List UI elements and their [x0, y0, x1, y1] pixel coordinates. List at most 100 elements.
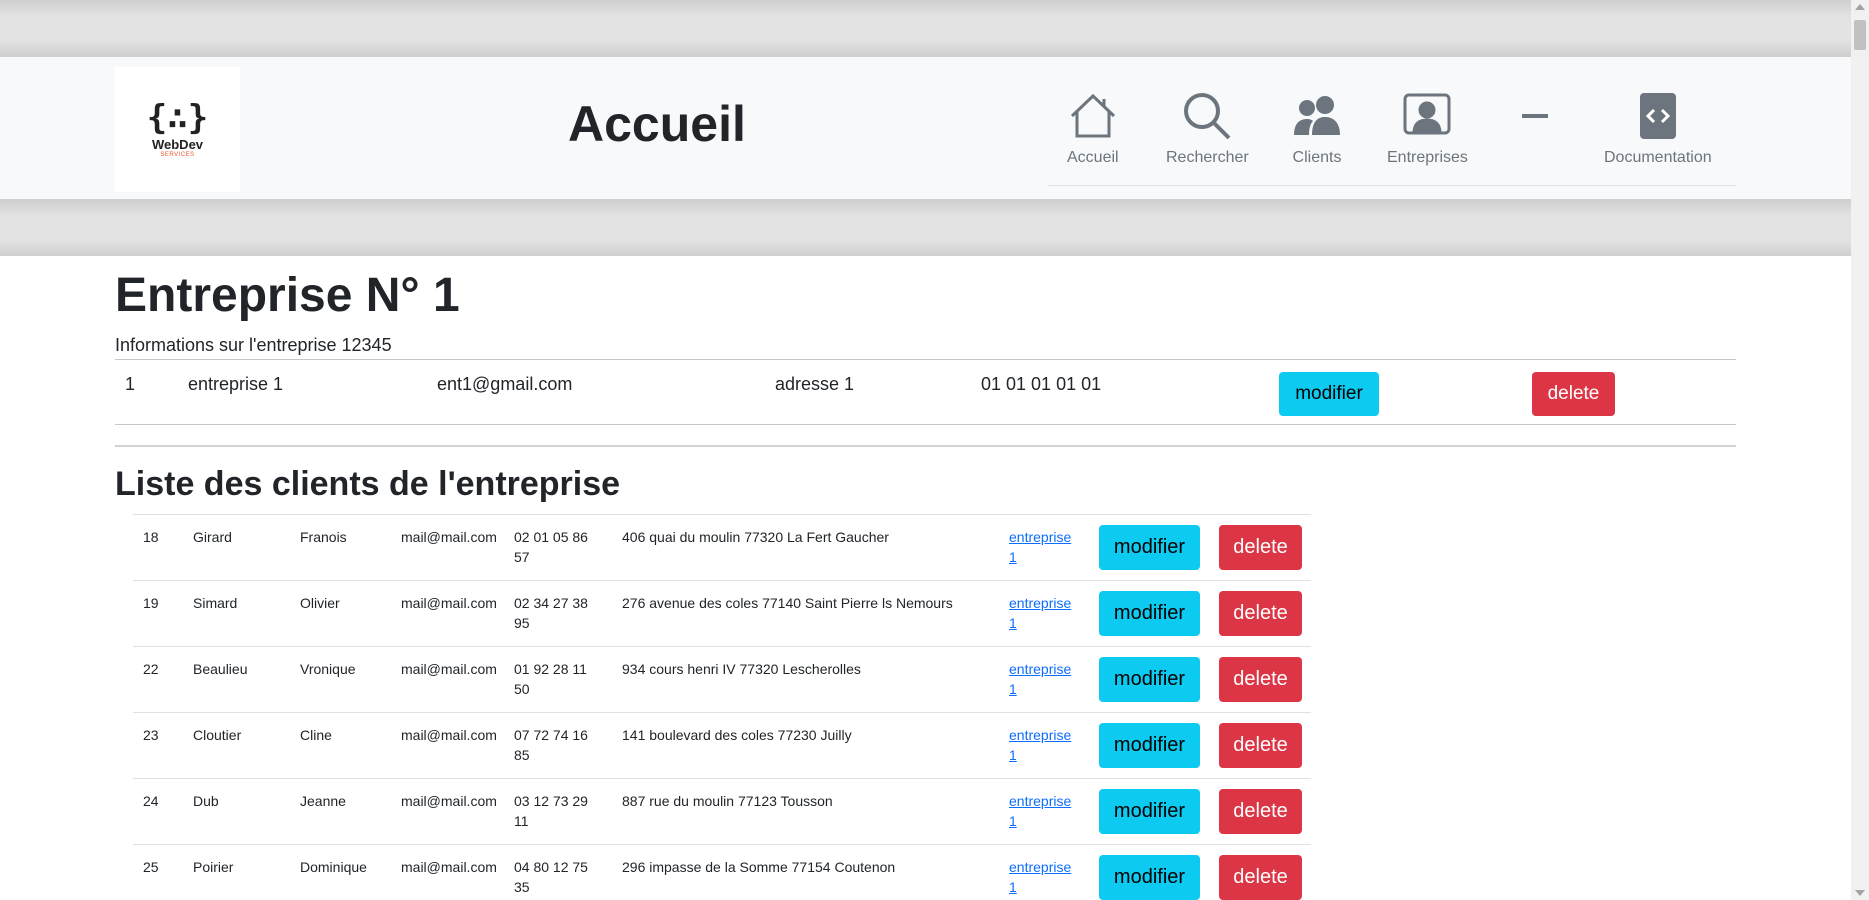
client-tel-line2: 50	[514, 681, 530, 697]
client-delete-button[interactable]: delete	[1219, 855, 1302, 900]
entreprise-row: 1 entreprise 1 ent1@gmail.com adresse 1 …	[115, 359, 1736, 425]
client-prenom: Dominique	[300, 859, 367, 875]
client-entreprise-link[interactable]: entreprise 1	[1009, 593, 1071, 633]
client-entreprise-line2: 1	[1009, 813, 1017, 829]
client-entreprise-link[interactable]: entreprise 1	[1009, 659, 1071, 699]
client-entreprise-line2: 1	[1009, 549, 1017, 565]
people-icon	[1294, 96, 1340, 135]
dash-icon	[1522, 114, 1548, 118]
logo-mark: {∴}	[146, 98, 209, 138]
client-entreprise-link[interactable]: entreprise 1	[1009, 857, 1071, 897]
client-entreprise-line1: entreprise	[1009, 595, 1072, 611]
client-prenom: Jeanne	[300, 793, 346, 809]
divider	[115, 445, 1736, 447]
client-entreprise-line1: entreprise	[1009, 661, 1072, 677]
client-tel: 04 80 12 75 35	[514, 857, 588, 897]
scroll-down-icon[interactable]	[1855, 890, 1865, 896]
client-id: 25	[143, 859, 159, 875]
client-tel: 03 12 73 29 11	[514, 791, 588, 831]
client-id: 24	[143, 793, 159, 809]
client-email: mail@mail.com	[401, 793, 497, 809]
logo-tagline: SERVICES	[160, 152, 195, 158]
client-nom: Dub	[193, 793, 219, 809]
client-entreprise-line2: 1	[1009, 879, 1017, 895]
nav-entreprises[interactable]: Entreprises	[1387, 91, 1468, 167]
client-modify-button[interactable]: modifier	[1099, 591, 1200, 636]
nav-clients[interactable]: Clients	[1292, 91, 1342, 167]
client-entreprise-line1: entreprise	[1009, 727, 1072, 743]
client-id: 19	[143, 595, 159, 611]
scroll-up-icon[interactable]	[1855, 4, 1865, 10]
client-modify-button[interactable]: modifier	[1099, 525, 1200, 570]
nav-rechercher[interactable]: Rechercher	[1166, 91, 1249, 167]
nav-label: Accueil	[1067, 149, 1119, 166]
client-tel-line2: 11	[514, 813, 529, 829]
entreprise-info: Informations sur l'entreprise 12345	[115, 335, 392, 355]
client-email: mail@mail.com	[401, 529, 497, 545]
client-tel-line1: 02 01 05 86	[514, 529, 588, 545]
logo-name: WebDev	[151, 137, 204, 152]
client-tel: 01 92 28 11 50	[514, 659, 587, 699]
client-delete-button[interactable]: delete	[1219, 789, 1302, 834]
table-row: 25 Poirier Dominique mail@mail.com 04 80…	[133, 844, 1311, 900]
client-email: mail@mail.com	[401, 859, 497, 875]
client-tel-line1: 07 72 74 16	[514, 727, 588, 743]
client-adresse: 406 quai du moulin 77320 La Fert Gaucher	[622, 529, 889, 545]
client-entreprise-link[interactable]: entreprise 1	[1009, 791, 1071, 831]
vertical-scrollbar[interactable]	[1851, 0, 1869, 900]
client-nom: Girard	[193, 529, 232, 545]
nav-dash[interactable]	[1510, 91, 1560, 149]
client-adresse: 934 cours henri IV 77320 Lescherolles	[622, 661, 861, 677]
client-tel-line2: 35	[514, 879, 530, 895]
table-row: 18 Girard Franois mail@mail.com 02 01 05…	[133, 514, 1311, 580]
client-delete-button[interactable]: delete	[1219, 723, 1302, 768]
client-modify-button[interactable]: modifier	[1099, 855, 1200, 900]
client-nom: Poirier	[193, 859, 234, 875]
client-modify-button[interactable]: modifier	[1099, 789, 1200, 834]
entreprise-delete-button[interactable]: delete	[1532, 372, 1615, 416]
client-entreprise-link[interactable]: entreprise 1	[1009, 527, 1071, 567]
client-tel: 07 72 74 16 85	[514, 725, 588, 765]
client-prenom: Vronique	[300, 661, 356, 677]
nav-label: Rechercher	[1166, 149, 1249, 166]
code-square-icon	[1639, 93, 1676, 139]
search-icon	[1184, 93, 1231, 140]
nav-accueil[interactable]: Accueil	[1067, 91, 1119, 167]
nav-label: Documentation	[1604, 149, 1712, 166]
nav-documentation[interactable]: Documentation	[1604, 91, 1712, 167]
client-modify-button[interactable]: modifier	[1099, 657, 1200, 702]
client-id: 22	[143, 661, 159, 677]
nav-divider	[1048, 185, 1736, 186]
entreprise-id: 1	[125, 374, 136, 394]
client-adresse: 296 impasse de la Somme 77154 Coutenon	[622, 859, 896, 875]
nav-label: Entreprises	[1387, 149, 1468, 166]
entreprise-modify-button[interactable]: modifier	[1279, 372, 1379, 416]
client-delete-button[interactable]: delete	[1219, 591, 1302, 636]
client-email: mail@mail.com	[401, 595, 497, 611]
client-adresse: 141 boulevard des coles 77230 Juilly	[622, 727, 852, 743]
logo[interactable]: {∴} WebDev SERVICES	[115, 67, 240, 192]
client-tel-line1: 02 34 27 38	[514, 595, 588, 611]
clients-table: 18 Girard Franois mail@mail.com 02 01 05…	[133, 514, 1311, 900]
scroll-thumb[interactable]	[1854, 20, 1866, 50]
entreprise-email: ent1@gmail.com	[437, 374, 573, 394]
client-tel-line2: 85	[514, 747, 530, 763]
client-entreprise-link[interactable]: entreprise 1	[1009, 725, 1071, 765]
client-entreprise-line1: entreprise	[1009, 793, 1072, 809]
client-nom: Simard	[193, 595, 238, 611]
client-tel-line1: 03 12 73 29	[514, 793, 588, 809]
client-modify-button[interactable]: modifier	[1099, 723, 1200, 768]
client-delete-button[interactable]: delete	[1219, 657, 1302, 702]
client-adresse: 276 avenue des coles 77140 Saint Pierre …	[622, 595, 953, 611]
client-entreprise-line1: entreprise	[1009, 529, 1072, 545]
client-prenom: Olivier	[300, 595, 340, 611]
client-nom: Beaulieu	[193, 661, 248, 677]
navbar: {∴} WebDev SERVICES Accueil Accueil Rech…	[0, 56, 1851, 200]
client-tel-line2: 95	[514, 615, 530, 631]
person-badge-icon	[1403, 93, 1451, 135]
page-title: Accueil	[568, 96, 746, 152]
client-prenom: Cline	[300, 727, 332, 743]
client-delete-button[interactable]: delete	[1219, 525, 1302, 570]
client-email: mail@mail.com	[401, 661, 497, 677]
client-tel-line1: 01 92 28 11	[514, 661, 587, 677]
